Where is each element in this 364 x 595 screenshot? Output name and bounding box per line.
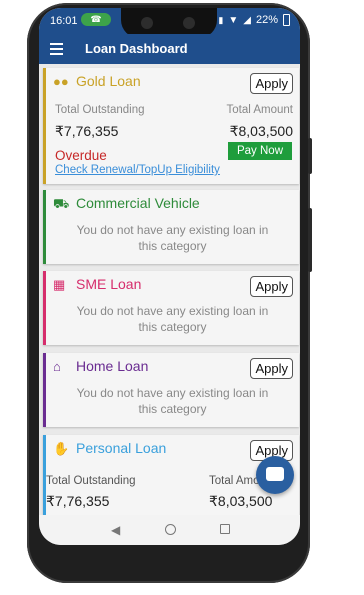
total-amount-value: ₹8,03,500	[209, 493, 273, 509]
total-outstanding-label: Total Outstanding	[55, 104, 145, 116]
check-renewal-link[interactable]: Check Renewal/TopUp Eligibility	[55, 164, 220, 176]
commercial-vehicle-card[interactable]: ⛟ Commercial Vehicle You do not have any…	[43, 190, 299, 264]
empty-category-message: You do not have any existing loan in thi…	[76, 304, 269, 334]
home-icon[interactable]	[165, 524, 176, 535]
sme-loan-title: SME Loan	[76, 276, 142, 292]
battery-level: 22%	[255, 14, 278, 26]
factory-icon: ▦	[53, 277, 66, 292]
page-title: Loan Dashboard	[85, 41, 188, 56]
front-camera-icon	[183, 17, 195, 29]
chat-icon	[266, 467, 284, 481]
front-camera-icon	[141, 17, 153, 29]
truck-icon: ⛟	[53, 196, 70, 211]
app-bar: Loan Dashboard	[39, 34, 300, 64]
wifi-icon: ▼	[228, 14, 239, 26]
empty-category-message: You do not have any existing loan in thi…	[76, 223, 269, 253]
pay-now-button[interactable]: Pay Now	[228, 142, 292, 160]
volume-button	[308, 208, 312, 272]
gold-loan-apply-button[interactable]: Apply	[250, 73, 293, 94]
total-outstanding-value: ₹7,76,355	[55, 123, 119, 139]
back-icon[interactable]: ◀	[111, 523, 120, 537]
battery-icon	[283, 14, 290, 26]
home-loan-card[interactable]: ⌂ Home Loan Apply You do not have any ex…	[43, 353, 299, 427]
status-right: ▮ ▼ ◢ 22%	[218, 14, 290, 26]
hamburger-menu-icon[interactable]	[50, 43, 63, 55]
home-loan-apply-button[interactable]: Apply	[250, 358, 293, 379]
total-amount-label: Total Amount	[226, 104, 293, 116]
gold-loan-title: Gold Loan	[76, 73, 141, 89]
power-button	[308, 138, 312, 174]
status-time: 16:01	[50, 15, 78, 27]
system-nav-bar: ◀	[39, 515, 300, 545]
overdue-label: Overdue	[55, 148, 107, 163]
chat-button[interactable]	[256, 456, 294, 494]
phone-icon: ☎	[81, 13, 111, 26]
gold-loan-card[interactable]: ●● Gold Loan Apply Total Outstanding Tot…	[43, 68, 299, 184]
empty-category-message: You do not have any existing loan in thi…	[76, 386, 269, 416]
personal-loan-title: Personal Loan	[76, 440, 167, 456]
house-icon: ⌂	[53, 359, 61, 374]
total-outstanding-label: Total Outstanding	[46, 475, 136, 487]
signal-icon: ◢	[243, 14, 251, 26]
sme-loan-apply-button[interactable]: Apply	[250, 276, 293, 297]
hand-money-icon: ✋	[53, 441, 70, 456]
gold-coins-icon: ●●	[53, 74, 69, 89]
total-amount-value: ₹8,03,500	[229, 123, 293, 139]
home-loan-title: Home Loan	[76, 358, 149, 374]
commercial-vehicle-title: Commercial Vehicle	[76, 195, 200, 211]
total-outstanding-value: ₹7,76,355	[46, 493, 110, 509]
screen: 16:01 ☎ ▮ ▼ ◢ 22% Loan Dashboard ●● Gold…	[39, 8, 300, 545]
recents-icon[interactable]	[220, 524, 230, 534]
sme-loan-card[interactable]: ▦ SME Loan Apply You do not have any exi…	[43, 271, 299, 345]
vibrate-icon: ▮	[218, 14, 224, 25]
